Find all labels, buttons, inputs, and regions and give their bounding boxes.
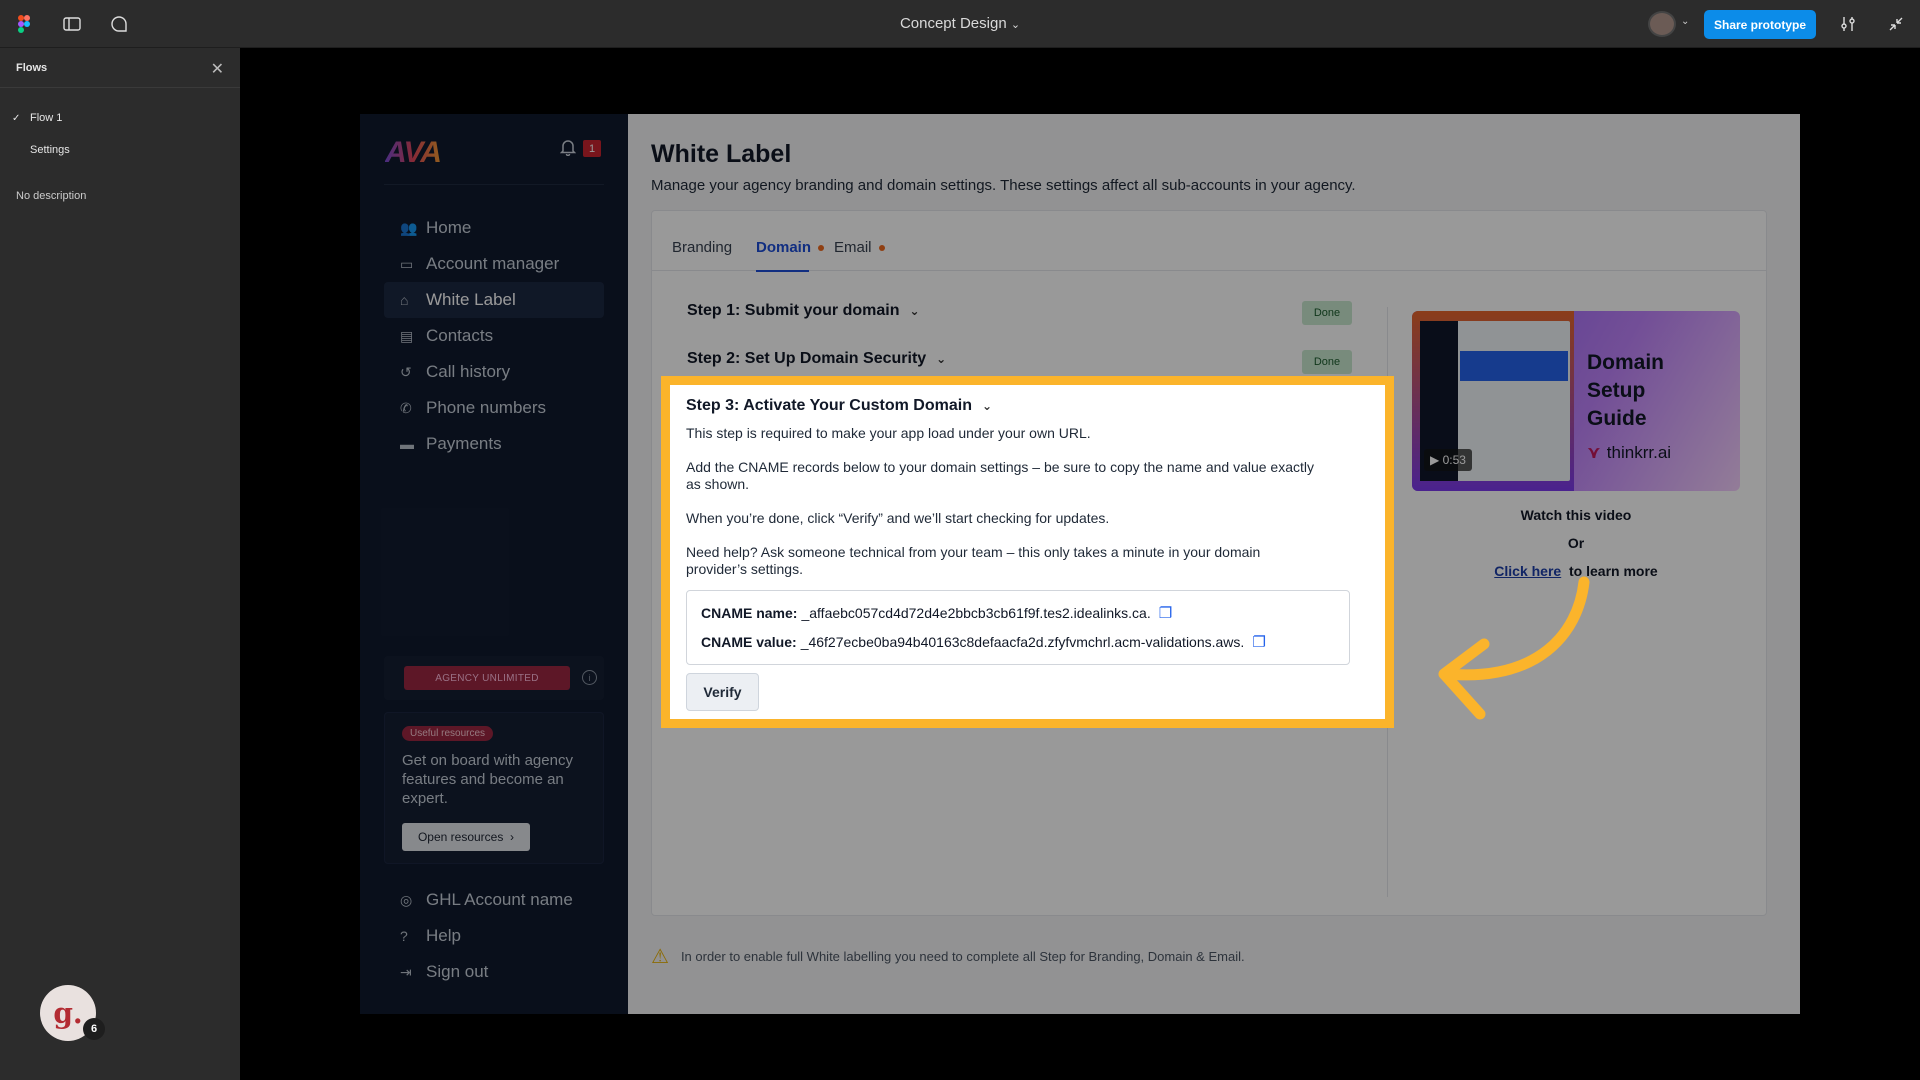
cname-value-row: CNAME value: _46f27ecbe0ba94b40163c8defaa… bbox=[701, 633, 1266, 651]
flow-item-settings[interactable]: Settings bbox=[0, 134, 240, 166]
step-3-text: Add the CNAME records below to your doma… bbox=[686, 459, 1315, 492]
chevron-down-icon: ⌄ bbox=[981, 399, 993, 413]
copy-icon[interactable]: ❐ bbox=[1252, 633, 1265, 651]
flow-item-1[interactable]: ✓ Flow 1 bbox=[0, 102, 240, 134]
cname-name-row: CNAME name: _affaebc057cd4d72d4e2bbcb3cb6… bbox=[701, 604, 1173, 622]
prototype-toolbar: Concept Design ⌄ ⌄ Share prototype bbox=[0, 0, 1920, 48]
verify-button[interactable]: Verify bbox=[686, 673, 759, 711]
file-title[interactable]: Concept Design ⌄ bbox=[0, 15, 1920, 32]
settings-sliders-icon[interactable] bbox=[1836, 12, 1860, 36]
flows-panel: Flows ✕ ✓ Flow 1 Settings No description bbox=[0, 48, 240, 1080]
step-3-header[interactable]: Step 3: Activate Your Custom Domain ⌄ bbox=[686, 397, 992, 415]
step-3-text: When you’re done, click “Verify” and we’… bbox=[686, 510, 1110, 526]
curved-arrow-icon bbox=[1438, 576, 1590, 720]
step-3-text: This step is required to make your app l… bbox=[686, 425, 1091, 441]
copy-icon[interactable]: ❐ bbox=[1159, 604, 1172, 622]
check-icon: ✓ bbox=[12, 112, 21, 124]
step-3-text: Need help? Ask someone technical from yo… bbox=[686, 544, 1261, 577]
chevron-down-icon[interactable]: ⌄ bbox=[1681, 16, 1689, 27]
user-avatar[interactable] bbox=[1648, 11, 1676, 37]
share-prototype-button[interactable]: Share prototype bbox=[1704, 10, 1816, 39]
collapse-icon[interactable] bbox=[1884, 12, 1908, 36]
collaborator-count-badge: 6 bbox=[83, 1018, 105, 1040]
close-icon[interactable]: ✕ bbox=[211, 59, 224, 79]
cname-records: CNAME name: _affaebc057cd4d72d4e2bbcb3cb6… bbox=[686, 590, 1350, 665]
flow-description: No description bbox=[16, 190, 87, 202]
prototype-frame: AVA 1 👥 Home ▭ Account manager ⌂ White Labe… bbox=[360, 114, 1800, 1014]
flows-title: Flows bbox=[0, 48, 240, 88]
step-3-panel: Step 3: Activate Your Custom Domain ⌄ Thi… bbox=[661, 376, 1394, 728]
